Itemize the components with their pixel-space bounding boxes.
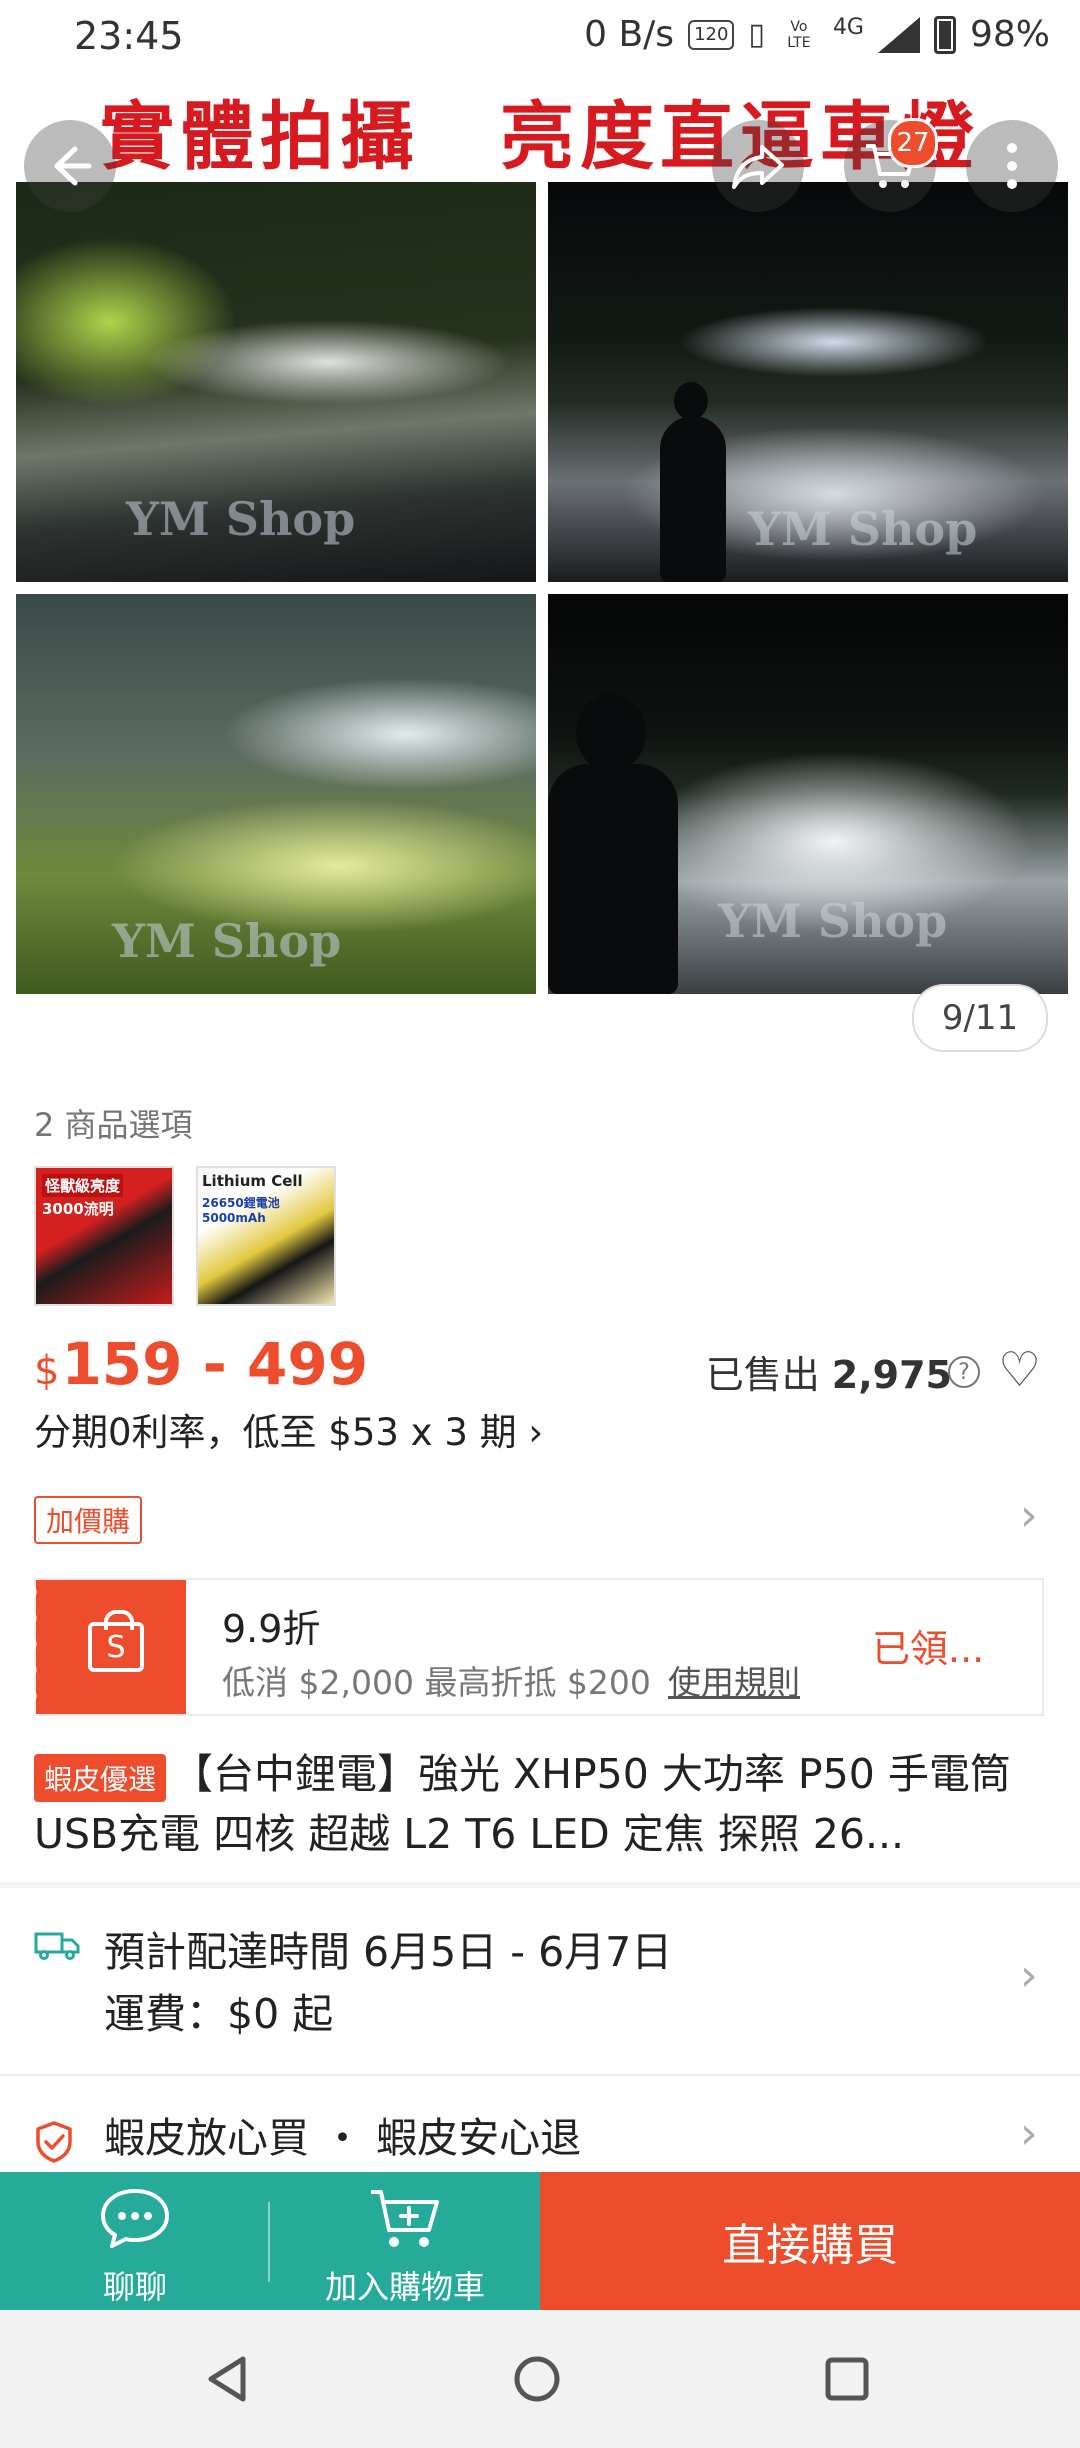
nav-back-button[interactable]	[192, 2344, 262, 2414]
voucher-rules-link[interactable]: 使用規則	[668, 1656, 800, 1704]
nav-home-button[interactable]	[502, 2344, 572, 2414]
product-image-gallery[interactable]: 實體拍攝 亮度直逼車燈 YM Shop YM Shop YM Shop YM S…	[0, 80, 1080, 1040]
photo-guardrail-beam: YM Shop	[16, 182, 536, 582]
section-divider	[0, 2074, 1080, 2076]
option-thumbnail-flashlight[interactable]: 怪獸級亮度 3000流明	[34, 1166, 174, 1306]
voucher-card[interactable]: S 9.9折 低消 $2,000 最高折抵 $200 使用規則 已領...	[28, 1578, 1044, 1716]
shopee-guarantee[interactable]: 蝦皮放心買 ・ 蝦皮安心退	[104, 2104, 581, 2164]
status-bar: 23:45 0 B/s 120 ▯ Vo LTE 4G 98%	[0, 0, 1080, 80]
photo-silhouette-road: YM Shop	[548, 594, 1068, 994]
nav-recents-button[interactable]	[812, 2344, 882, 2414]
watermark: YM Shop	[718, 894, 948, 948]
delivery-estimate: 預計配達時間 6月5日 - 6月7日	[104, 1928, 673, 1976]
question-icon[interactable]: ?	[948, 1356, 980, 1388]
buy-now-button[interactable]: 直接購買	[540, 2172, 1080, 2310]
voucher-title: 9.9折	[222, 1607, 321, 1651]
refresh-rate-icon: 120	[688, 19, 735, 50]
back-button[interactable]	[24, 120, 116, 212]
triangle-back-icon	[208, 2356, 246, 2402]
cart-plus-icon	[371, 2190, 439, 2247]
image-counter: 9/11	[912, 984, 1048, 1052]
chat-button[interactable]: 聊聊	[0, 2172, 270, 2310]
sold-label: 已售出	[705, 1353, 820, 1397]
person-head	[674, 382, 708, 420]
shield-check-icon	[36, 2121, 72, 2163]
price-range: $159 - 499	[34, 1330, 368, 1398]
bottom-action-bar: 聊聊 加入購物車 直接購買	[0, 2172, 1080, 2310]
voucher-stub: S	[28, 1580, 186, 1714]
share-arrow-icon	[732, 145, 784, 189]
photo-field-beam: YM Shop	[16, 594, 536, 994]
more-vertical-icon	[1007, 143, 1017, 189]
net-speed: 0 B/s	[584, 14, 675, 55]
chevron-right-icon[interactable]: ›	[1020, 1954, 1038, 1998]
signal-icon	[877, 16, 920, 53]
section-divider	[0, 1882, 1080, 1888]
person-silhouette	[548, 764, 678, 994]
battery-percent: 98%	[969, 14, 1050, 55]
thumb-text: Lithium Cell	[202, 1172, 303, 1190]
heart-icon[interactable]: ♡	[998, 1346, 1041, 1394]
watermark: YM Shop	[126, 492, 356, 546]
more-options-button[interactable]	[966, 120, 1058, 212]
network-type: 4G	[832, 15, 864, 40]
thumb-text: 26650鋰電池 5000mAh	[202, 1196, 280, 1225]
price-value: 159 - 499	[61, 1330, 369, 1398]
watermark: YM Shop	[112, 914, 342, 968]
sold-count: 已售出 2,975	[706, 1344, 952, 1399]
thumb-text: 怪獸級亮度	[42, 1174, 124, 1197]
addon-deal-tag[interactable]: 加價購	[34, 1496, 143, 1544]
battery-icon	[933, 15, 956, 54]
product-title: 【台中鋰電】強光 XHP50 大功率 P50 手電筒 USB充電 四核 超越 L…	[34, 1750, 1011, 1858]
watermark: YM Shop	[748, 502, 978, 556]
chat-bubble-icon	[101, 2189, 169, 2248]
chat-label: 聊聊	[102, 2268, 167, 2306]
option-thumbnail-battery[interactable]: Lithium Cell 26650鋰電池 5000mAh	[196, 1166, 336, 1306]
cart-count-badge: 27	[888, 118, 938, 168]
chevron-right-icon[interactable]: ›	[1020, 1494, 1038, 1538]
arrow-left-icon	[54, 146, 92, 186]
square-recents-icon	[825, 2357, 869, 2401]
system-nav-bar	[0, 2310, 1080, 2448]
status-time: 23:45	[74, 14, 184, 58]
sold-number: 2,975	[831, 1353, 952, 1397]
circle-home-icon	[514, 2356, 560, 2402]
thumb-text: 3000流明	[42, 1200, 114, 1218]
photo-person-road: YM Shop	[548, 182, 1068, 582]
add-to-cart-button[interactable]: 加入購物車	[270, 2172, 540, 2310]
voucher-claimed-status[interactable]: 已領...	[872, 1618, 984, 1673]
add-to-cart-label: 加入購物車	[324, 2268, 485, 2306]
vibrate-icon: ▯	[748, 17, 765, 52]
person-head	[576, 694, 646, 772]
share-button[interactable]	[712, 120, 804, 212]
installment-info[interactable]: 分期0利率，低至 $53 x 3 期 ›	[34, 1402, 543, 1456]
voucher-description: 低消 $2,000 最高折抵 $200	[222, 1663, 651, 1702]
shopee-bag-icon: S	[88, 1610, 144, 1672]
chevron-right-icon[interactable]: ›	[1020, 2112, 1038, 2156]
volte-icon: Vo LTE	[787, 18, 811, 51]
status-icons: 0 B/s 120 ▯ Vo LTE 4G 98%	[584, 14, 1050, 55]
truck-icon	[34, 1932, 80, 1960]
preferred-tag: 蝦皮優選	[34, 1754, 167, 1802]
options-title: 2 商品選項	[34, 1106, 193, 1144]
person-silhouette	[660, 416, 726, 582]
shipping-fee: 運費：$0 起	[104, 1990, 334, 2038]
currency-symbol: $	[34, 1348, 60, 1394]
